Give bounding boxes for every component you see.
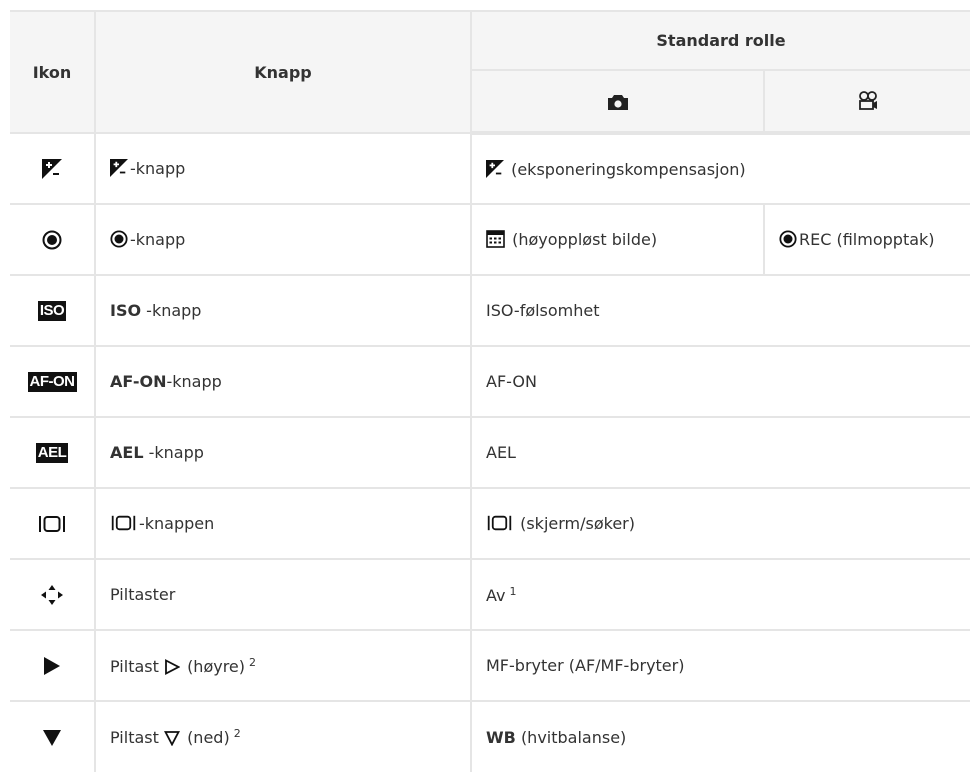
button-label: Piltast <box>110 656 159 676</box>
role-label-bold: WB <box>486 727 516 747</box>
row-role-cell: WB (hvitbalanse) <box>469 700 970 772</box>
row-role-cell: MF-bryter (AF/MF-bryter) <box>469 629 970 702</box>
button-direction: (ned) <box>187 728 230 747</box>
row-button-cell: -knappen <box>94 487 472 560</box>
row-button-cell: ISO -knapp <box>94 274 472 347</box>
role-label: MF-bryter (AF/MF-bryter) <box>486 656 685 675</box>
row-button-cell: AF-ON-knapp <box>94 345 472 418</box>
monitor-viewfinder-icon <box>487 515 512 531</box>
table-row: Piltast (høyre) 2 MF-bryter (AF/MF-bryter… <box>10 629 970 702</box>
down-triangle-outline-icon <box>163 731 180 746</box>
row-icon-cell <box>10 700 96 772</box>
row-icon-cell <box>10 132 96 205</box>
table-row: AEL AEL -knapp AEL <box>10 416 970 489</box>
footnote-marker: 2 <box>249 655 257 669</box>
role-label: (eksponeringskompensasjon) <box>511 159 746 179</box>
table-row: Piltast (ned) 2 WB (hvitbalanse) <box>10 700 970 772</box>
header-photo <box>471 69 765 135</box>
row-button-cell: -knapp <box>94 203 472 276</box>
role-label: AF-ON <box>486 372 537 391</box>
row-role-cell: AEL <box>469 416 970 489</box>
button-label-bold: ISO <box>110 301 142 320</box>
record-icon <box>779 230 797 248</box>
button-label-bold: AEL <box>110 443 144 462</box>
button-label: -knapp <box>130 230 186 249</box>
row-icon-cell <box>10 487 96 560</box>
row-role-cell: ISO-følsomhet <box>469 274 970 347</box>
row-button-cell: AEL -knapp <box>94 416 472 489</box>
button-label: -knappen <box>139 514 215 533</box>
right-triangle-icon <box>44 656 60 675</box>
button-function-table: Ikon Knapp Standard rolle -knapp (ekspon… <box>10 10 970 772</box>
row-icon-cell: AF-ON <box>10 345 96 418</box>
exposure-compensation-icon <box>110 159 128 177</box>
monitor-viewfinder-icon <box>111 515 136 531</box>
movie-camera-icon <box>858 91 877 110</box>
row-icon-cell: AEL <box>10 416 96 489</box>
row-role-cell: (skjerm/søker) <box>469 487 970 560</box>
row-button-cell: -knapp <box>94 132 472 205</box>
footnote-marker: 1 <box>509 584 517 598</box>
role-label: (skjerm/søker) <box>520 514 635 533</box>
ael-icon: AEL <box>35 442 69 463</box>
row-role-video-cell: REC (filmopptak) <box>762 203 970 276</box>
button-label: -knapp <box>130 159 186 178</box>
down-triangle-icon <box>43 729 61 746</box>
exposure-compensation-icon <box>42 158 62 179</box>
record-icon <box>42 230 62 250</box>
arrow-pad-icon <box>41 584 63 605</box>
row-role-photo-cell: (høyoppløst bilde) <box>470 203 765 276</box>
button-direction: (høyre) <box>187 656 246 676</box>
button-label: -knapp <box>166 372 222 391</box>
role-video-label: REC (filmopptak) <box>799 230 935 249</box>
role-label: Av <box>486 585 506 605</box>
row-role-cell: (eksponeringskompensasjon) <box>469 132 970 205</box>
table-row: AF-ON AF-ON-knapp AF-ON <box>10 345 970 418</box>
header-video <box>762 69 970 135</box>
row-icon-cell: ISO <box>10 274 96 347</box>
row-icon-cell <box>10 558 96 631</box>
header-button: Knapp <box>94 10 472 134</box>
button-label: -knapp <box>143 443 204 462</box>
button-label: Piltast <box>110 728 159 747</box>
button-label: Piltaster <box>110 585 176 604</box>
row-icon-cell <box>10 629 96 702</box>
row-role-cell: Av 1 <box>469 558 970 631</box>
role-label: ISO-følsomhet <box>486 301 600 320</box>
role-label: AEL <box>486 443 516 462</box>
row-button-cell: Piltast (høyre) 2 <box>94 629 472 702</box>
role-photo-label: (høyoppløst bilde) <box>512 230 658 249</box>
table-row: -knappen (skjerm/søker) <box>10 487 970 560</box>
row-button-cell: Piltaster <box>94 558 472 631</box>
high-res-shot-icon <box>486 230 505 248</box>
exposure-compensation-icon <box>486 159 504 178</box>
table-row: ISO ISO -knapp ISO-følsomhet <box>10 274 970 347</box>
button-label-bold: AF-ON <box>110 372 167 391</box>
header-default-role: Standard rolle <box>469 10 970 71</box>
row-icon-cell <box>10 203 96 276</box>
row-role-cell: AF-ON <box>469 345 970 418</box>
table-row: -knapp (eksponeringskompensasjon) <box>10 132 970 205</box>
role-label: (hvitbalanse) <box>520 727 627 747</box>
record-icon <box>110 230 128 248</box>
header-icon: Ikon <box>10 10 96 134</box>
table-row: Piltaster Av 1 <box>10 558 970 631</box>
monitor-viewfinder-icon <box>39 515 65 532</box>
af-on-icon: AF-ON <box>27 371 77 392</box>
camera-icon <box>607 94 628 110</box>
right-triangle-outline-icon <box>165 658 180 675</box>
table-row: -knapp (høyoppløst bilde) REC (filmoppta… <box>10 203 970 276</box>
button-label: -knapp <box>141 301 202 320</box>
footnote-marker: 2 <box>233 727 241 740</box>
row-button-cell: Piltast (ned) 2 <box>94 700 472 772</box>
iso-icon: ISO <box>37 300 67 321</box>
